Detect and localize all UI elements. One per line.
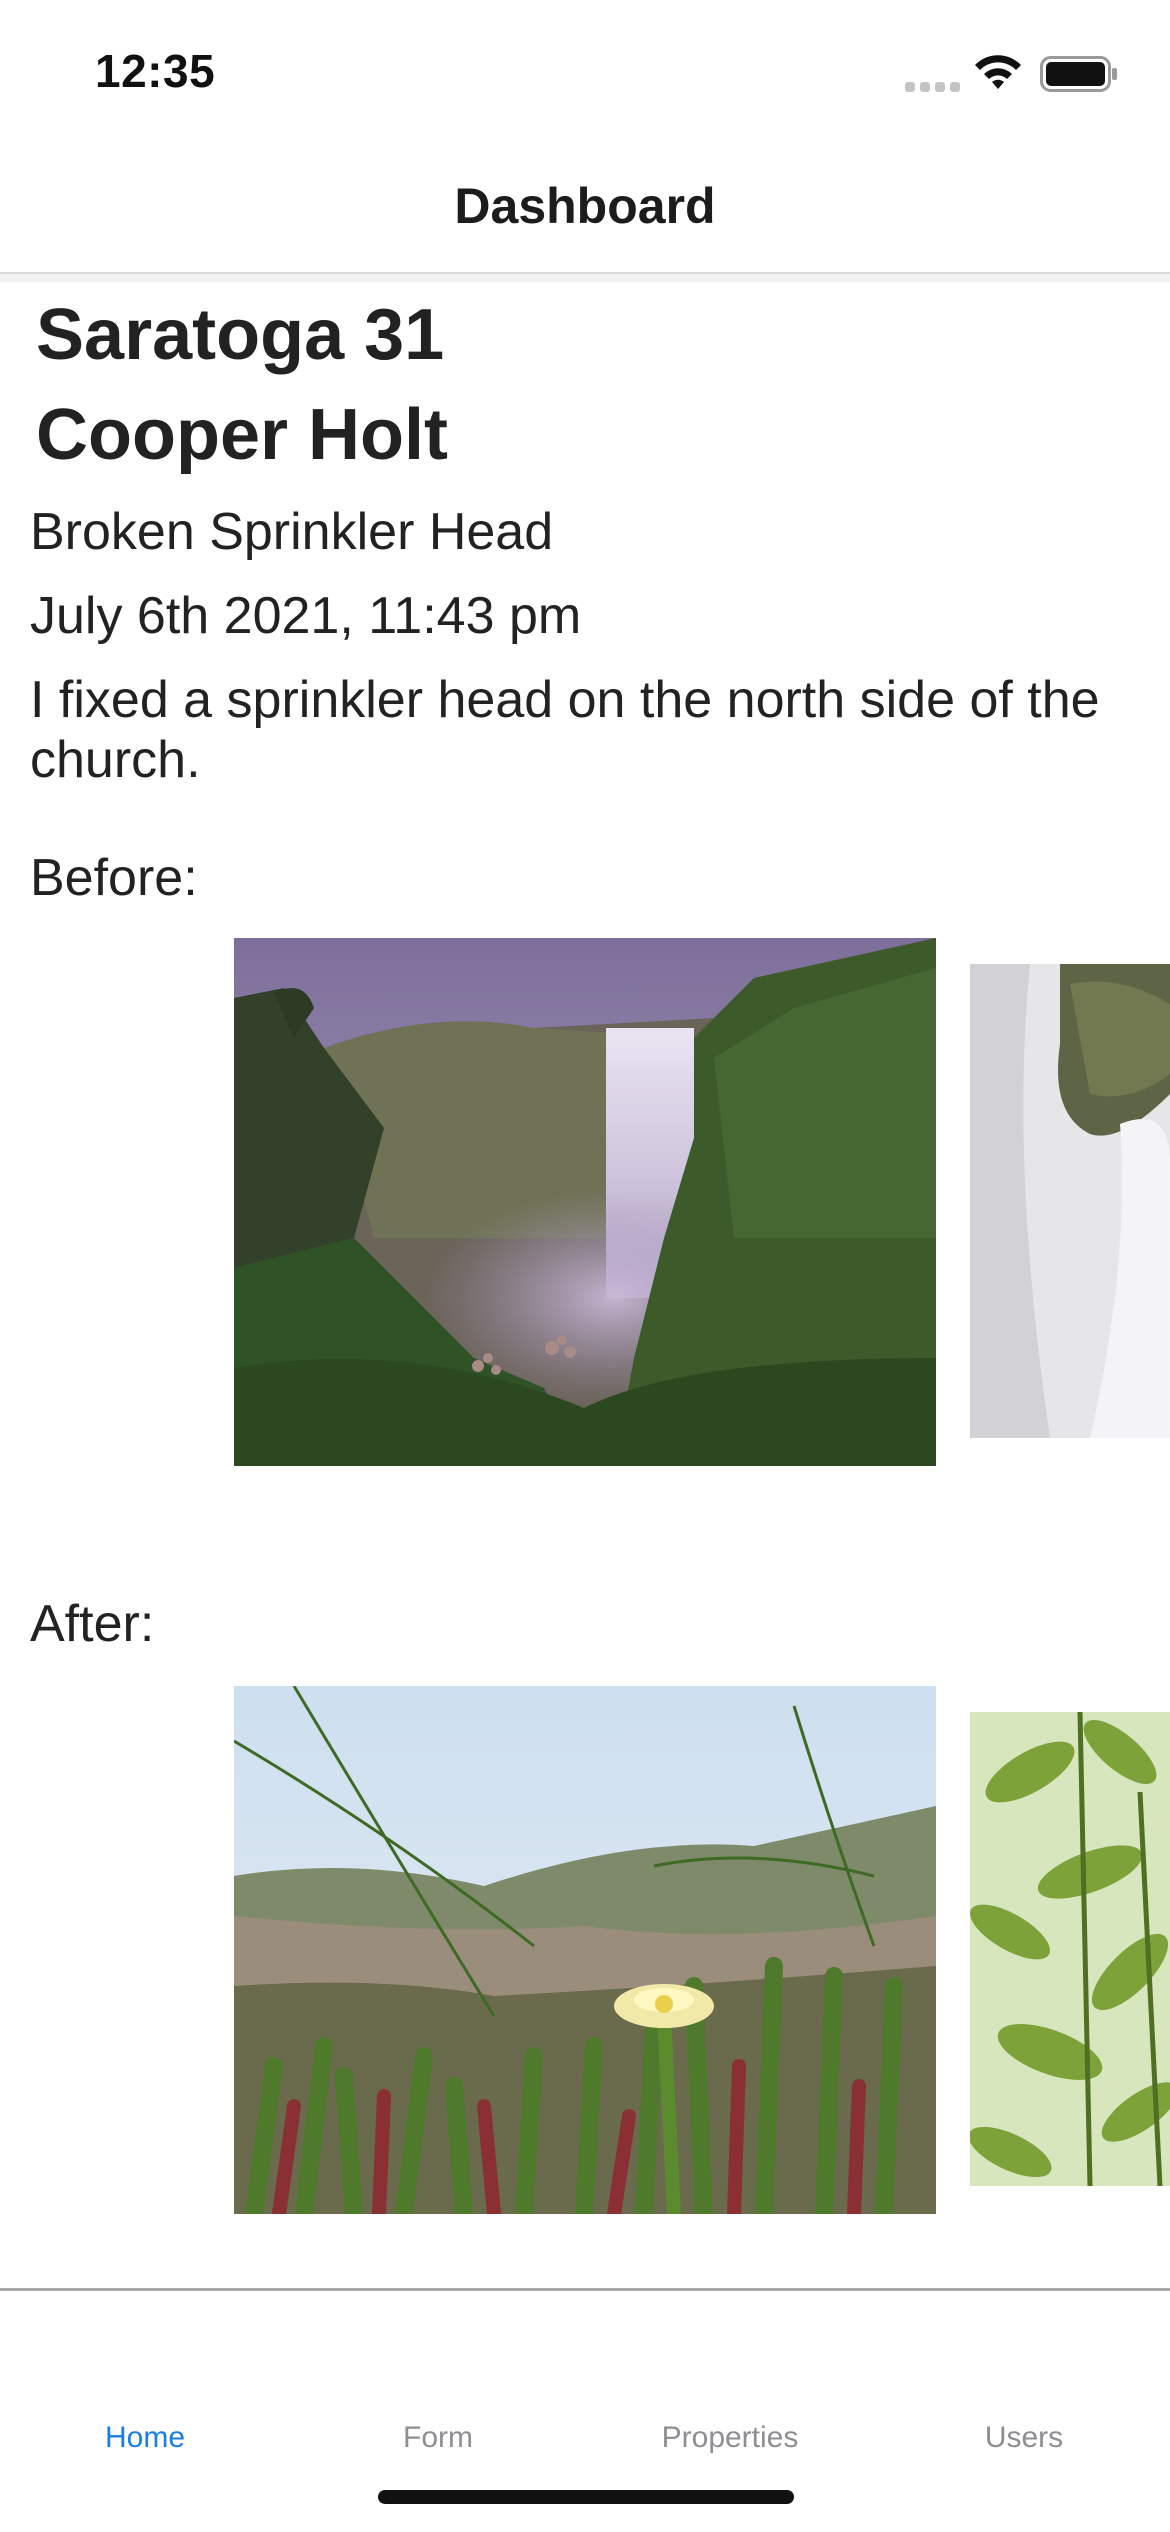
after-photo-1[interactable] [234, 1686, 936, 2214]
home-indicator[interactable] [378, 2490, 794, 2504]
cellular-signal-icon [905, 82, 960, 92]
dashboard-screen: 12:35 Dashboard Saratoga 31 Cooper Holt … [0, 0, 1170, 2532]
tab-form[interactable]: Form [403, 2421, 473, 2455]
tab-home[interactable]: Home [105, 2421, 185, 2455]
user-name: Cooper Holt [36, 395, 448, 475]
job-description: I fixed a sprinkler head on the north si… [30, 671, 1100, 789]
entry-content[interactable]: Saratoga 31 Cooper Holt Broken Sprinkler… [0, 282, 1170, 2288]
navigation-header: Dashboard [0, 140, 1170, 274]
after-photo-2[interactable] [970, 1712, 1170, 2186]
tab-properties[interactable]: Properties [662, 2421, 799, 2455]
job-date: July 6th 2021, 11:43 pm [30, 587, 582, 645]
status-time: 12:35 [95, 45, 216, 97]
wifi-icon [975, 55, 1021, 89]
property-name: Saratoga 31 [36, 295, 445, 375]
after-label: After: [30, 1595, 155, 1653]
tab-users[interactable]: Users [985, 2421, 1063, 2455]
battery-icon [1040, 56, 1117, 92]
status-bar: 12:35 [0, 0, 1170, 140]
before-photo-2[interactable] [970, 964, 1170, 1438]
waterfall-closeup-image [970, 964, 1170, 1438]
job-title: Broken Sprinkler Head [30, 503, 554, 561]
header-divider [0, 274, 1170, 282]
before-photo-1[interactable] [234, 938, 936, 1466]
flower-image [234, 1686, 936, 2214]
page-title: Dashboard [454, 178, 716, 234]
plant-leaves-image [970, 1712, 1170, 2186]
before-label: Before: [30, 849, 198, 907]
waterfall-image [234, 938, 936, 1466]
